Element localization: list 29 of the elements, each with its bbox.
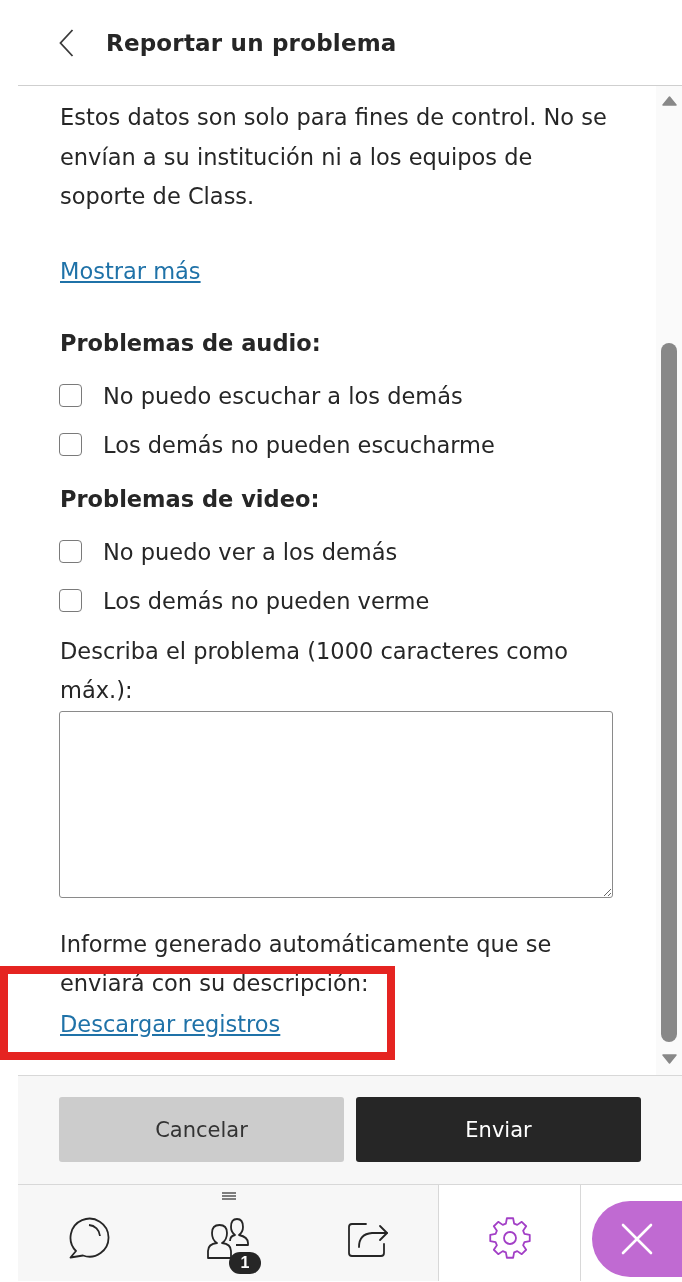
close-icon xyxy=(621,1223,653,1255)
download-logs-link[interactable]: Descargar registros xyxy=(60,1003,281,1044)
show-more-link[interactable]: Mostrar más xyxy=(60,250,201,291)
checkbox-label: Los demás no pueden escucharme xyxy=(103,430,495,460)
section-heading: Problemas de audio: xyxy=(60,328,322,358)
checkbox[interactable] xyxy=(59,433,82,456)
chevron-left-icon xyxy=(59,28,74,57)
close-button[interactable] xyxy=(592,1201,682,1277)
checkbox[interactable] xyxy=(59,540,82,563)
send-button[interactable]: Enviar xyxy=(356,1097,641,1162)
settings-icon xyxy=(487,1216,532,1260)
scroll-down-icon[interactable] xyxy=(661,1054,677,1064)
description-field[interactable] xyxy=(59,710,613,898)
checkbox[interactable] xyxy=(59,384,82,407)
report-text: Informe generado automáticamente que se enviará con su descripción: xyxy=(60,929,553,998)
checkbox-label: No puedo ver a los demás xyxy=(103,537,398,567)
page-title: Reportar un problema xyxy=(106,29,397,56)
field-label: Describa el problema (1000 caracteres como máx.): xyxy=(60,636,569,705)
checkbox[interactable] xyxy=(59,589,82,612)
checkbox-label: Los demás no pueden verme xyxy=(103,586,430,616)
back-button[interactable] xyxy=(59,28,74,57)
checkbox-label: No puedo escuchar a los demás xyxy=(103,381,463,411)
scrollbar-thumb[interactable] xyxy=(661,343,677,1042)
info-text: Estos datos son solo para fines de control. No se envían a su institución ni a los equipos de soporte de Class. xyxy=(60,103,608,211)
section-heading: Problemas de video: xyxy=(60,484,321,514)
scroll-up-icon[interactable] xyxy=(661,96,677,106)
count-badge: 1 xyxy=(229,1252,261,1274)
cancel-button[interactable]: Cancelar xyxy=(59,1097,344,1162)
drag-handle-icon[interactable] xyxy=(222,1192,236,1200)
